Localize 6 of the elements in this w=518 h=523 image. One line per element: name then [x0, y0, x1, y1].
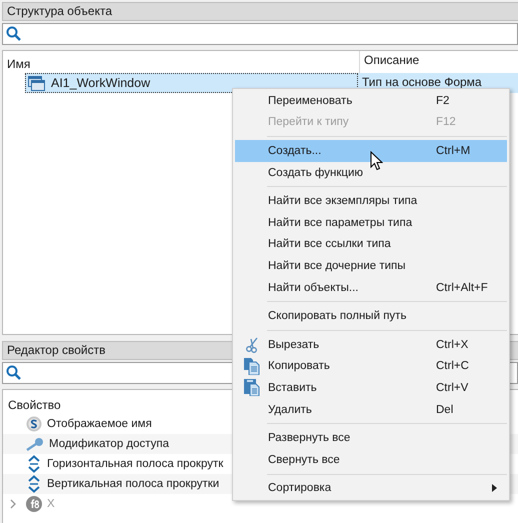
property-name: Модификатор доступа — [49, 438, 170, 450]
property-name: Вертикальная полоса прокрутки — [47, 478, 220, 490]
property-name: Отображаемое имя — [47, 418, 152, 430]
property-name: Горизонтальная полоса прокрутк — [47, 458, 224, 470]
panel-title: Структура объекта — [2, 2, 518, 21]
property-name: X — [47, 498, 55, 510]
